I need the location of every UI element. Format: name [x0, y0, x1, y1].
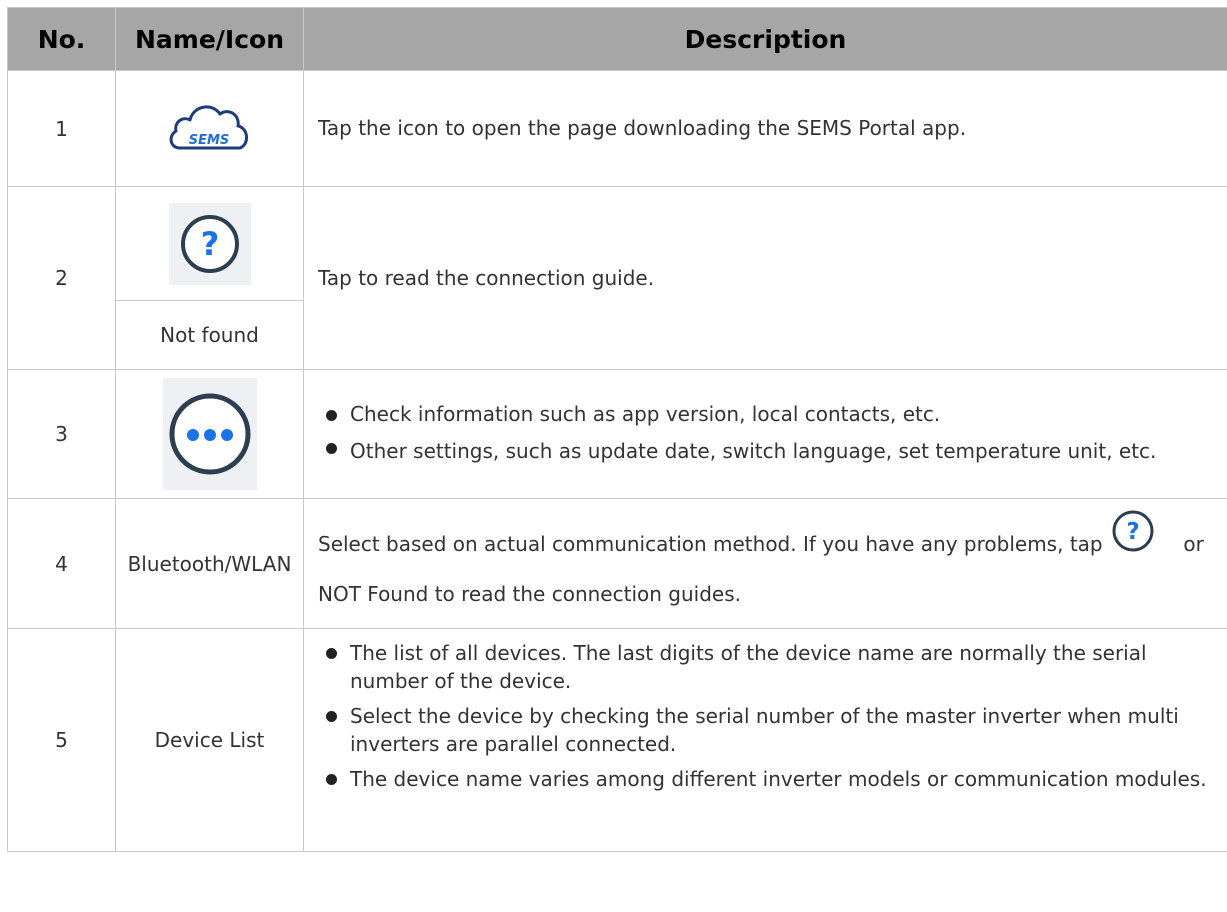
icon-area: ? — [116, 187, 303, 301]
description-cell: Check information such as app version, l… — [303, 369, 1227, 499]
question-icon[interactable]: ? — [1111, 509, 1155, 553]
svg-text:?: ? — [200, 225, 219, 263]
row-number: 1 — [7, 70, 116, 187]
table-row: 1 SEMS Tap the icon to open the page dow… — [7, 70, 1227, 187]
table-row: 4 Bluetooth/WLAN Select based on actual … — [7, 498, 1227, 629]
list-item: Other settings, such as update date, swi… — [318, 431, 1213, 471]
name-icon-cell: ? Not found — [115, 186, 304, 370]
list-item: Select the device by checking the serial… — [318, 702, 1213, 758]
header-description: Description — [303, 7, 1227, 71]
svg-text:?: ? — [1126, 519, 1139, 545]
description-cell: Tap to read the connection guide. — [303, 186, 1227, 370]
row-number: 5 — [7, 628, 116, 852]
table-row: 5 Device List The list of all devices. T… — [7, 628, 1227, 852]
header-name-icon: Name/Icon — [115, 7, 304, 71]
icon-background — [162, 378, 257, 490]
more-options-icon[interactable] — [168, 392, 252, 476]
icon-background: ? — [168, 202, 251, 285]
sems-icon-text: SEMS — [188, 133, 229, 148]
list-item: The device name varies among different i… — [318, 765, 1213, 793]
name-cell: Device List — [115, 628, 304, 852]
header-no: No. — [7, 7, 116, 71]
header-row: No. Name/Icon Description — [7, 7, 1227, 71]
list-item: The list of all devices. The last digits… — [318, 639, 1213, 695]
name-cell: Bluetooth/WLAN — [115, 498, 304, 629]
question-icon[interactable]: ? — [179, 213, 241, 275]
bullet-list: The list of all devices. The last digits… — [318, 639, 1213, 793]
name-icon-cell: SEMS — [115, 70, 304, 187]
sems-cloud-icon[interactable]: SEMS — [168, 100, 252, 152]
description-text: Select based on actual communication met… — [318, 531, 1103, 556]
description-text: Tap the icon to open the page downloadin… — [318, 116, 967, 140]
name-icon-cell — [115, 369, 304, 499]
communication-method-label: Bluetooth/WLAN — [127, 551, 292, 576]
info-table: No. Name/Icon Description 1 SEMS Tap the… — [7, 7, 1227, 852]
description-cell: The list of all devices. The last digits… — [303, 628, 1227, 852]
description-cell: Select based on actual communication met… — [303, 498, 1227, 629]
row-number: 3 — [7, 369, 116, 499]
description-cell: Tap the icon to open the page downloadin… — [303, 70, 1227, 187]
row-number: 4 — [7, 498, 116, 629]
description-text: Tap to read the connection guide. — [318, 265, 655, 290]
row-number: 2 — [7, 186, 116, 370]
table-row: 2 ? Not found Tap to read the connection… — [7, 186, 1227, 370]
bullet-list: Check information such as app version, l… — [318, 398, 1213, 471]
table-row: 3 Check information such as app version,… — [7, 369, 1227, 499]
not-found-label[interactable]: Not found — [116, 301, 303, 369]
list-item: Check information such as app version, l… — [318, 398, 1213, 431]
